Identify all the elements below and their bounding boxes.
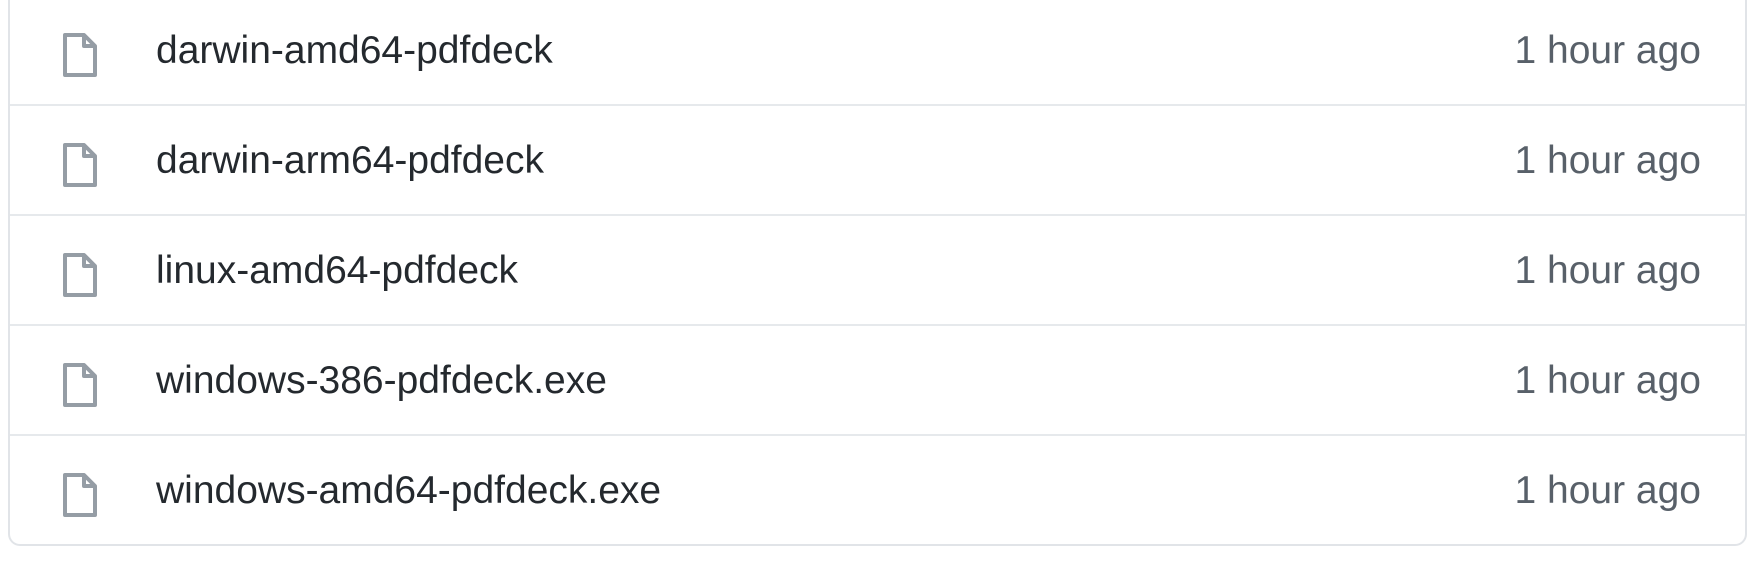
file-name-link[interactable]: linux-amd64-pdfdeck <box>156 216 518 326</box>
file-row[interactable]: windows-amd64-pdfdeck.exe 1 hour ago <box>10 434 1745 544</box>
file-icon <box>62 252 98 298</box>
file-age: 1 hour ago <box>1514 359 1702 402</box>
file-row[interactable]: darwin-arm64-pdfdeck 1 hour ago <box>10 104 1745 214</box>
file-icon <box>62 472 98 518</box>
file-age: 1 hour ago <box>1514 249 1702 292</box>
file-list: darwin-amd64-pdfdeck 1 hour ago darwin-a… <box>8 0 1747 546</box>
file-name-link[interactable]: darwin-arm64-pdfdeck <box>156 106 544 216</box>
file-age: 1 hour ago <box>1514 29 1702 72</box>
file-icon <box>62 142 98 188</box>
file-name-link[interactable]: windows-amd64-pdfdeck.exe <box>156 436 661 546</box>
file-row[interactable]: windows-386-pdfdeck.exe 1 hour ago <box>10 324 1745 434</box>
file-icon <box>62 362 98 408</box>
file-row[interactable]: linux-amd64-pdfdeck 1 hour ago <box>10 214 1745 324</box>
file-name-link[interactable]: windows-386-pdfdeck.exe <box>156 326 607 436</box>
file-name-link[interactable]: darwin-amd64-pdfdeck <box>156 0 553 106</box>
file-icon <box>62 32 98 78</box>
file-row[interactable]: darwin-amd64-pdfdeck 1 hour ago <box>10 0 1745 104</box>
file-age: 1 hour ago <box>1514 139 1702 182</box>
file-age: 1 hour ago <box>1514 469 1702 512</box>
